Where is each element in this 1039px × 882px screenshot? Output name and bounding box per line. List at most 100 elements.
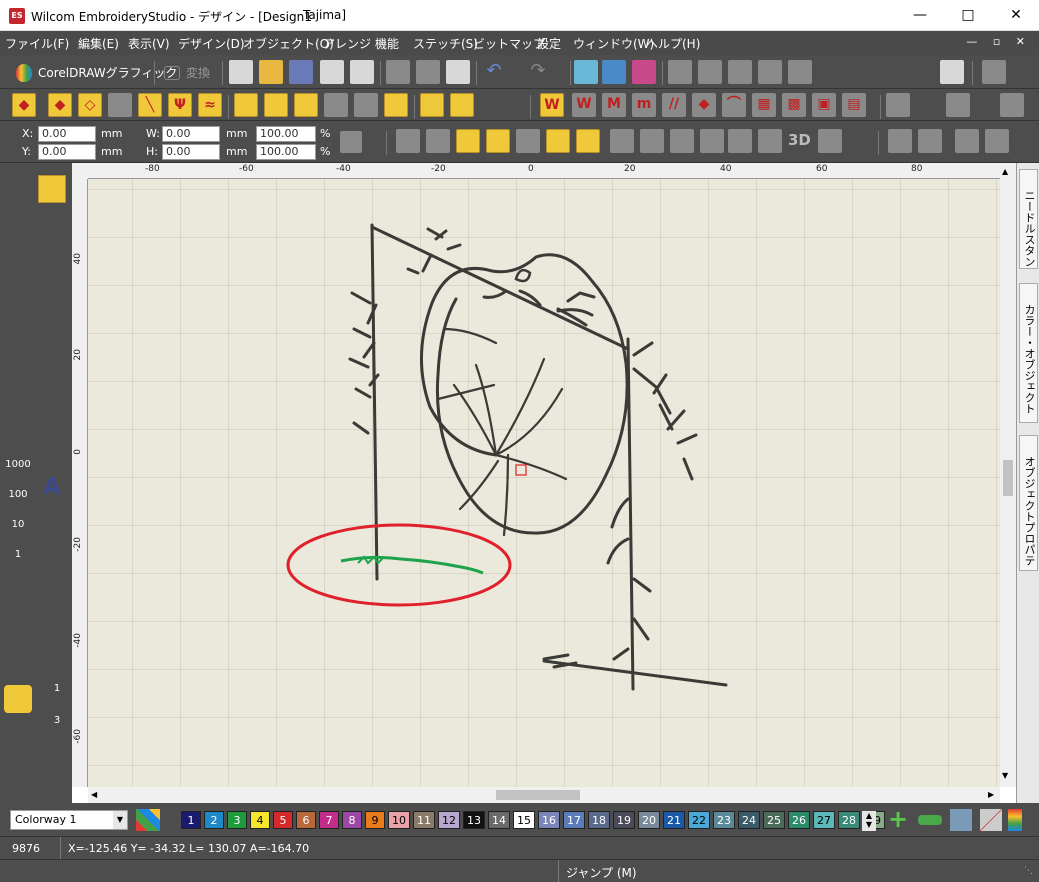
convert-button[interactable]: 変換 bbox=[160, 61, 210, 85]
new-file-icon[interactable] bbox=[229, 60, 253, 84]
color-swatch[interactable]: 23 bbox=[713, 811, 735, 829]
coreldraw-graphics-button[interactable]: CorelDRAWグラフィック bbox=[14, 61, 177, 85]
object-properties-tab[interactable]: オブジェクトプロパティ bbox=[1019, 435, 1038, 571]
select-arrow-icon[interactable] bbox=[38, 175, 66, 203]
travel-icon[interactable] bbox=[574, 60, 598, 84]
mdi-controls[interactable]: — ▫ ✕ bbox=[966, 35, 1031, 48]
save-icon[interactable] bbox=[289, 60, 313, 84]
grid-icon[interactable] bbox=[698, 60, 722, 84]
edge-1-icon[interactable] bbox=[610, 129, 634, 153]
travel-100-label[interactable]: 100 bbox=[3, 489, 33, 500]
frame-icon[interactable] bbox=[38, 565, 66, 593]
group-icon[interactable] bbox=[888, 129, 912, 153]
chevron-down-icon[interactable]: ▼ bbox=[113, 811, 127, 829]
effects-icon[interactable] bbox=[886, 93, 910, 117]
line-1-icon[interactable] bbox=[38, 355, 66, 383]
color-swatch[interactable]: 19 bbox=[613, 811, 635, 829]
stitch-type-11-icon[interactable]: ▤ bbox=[842, 93, 866, 117]
color-object-list-tab[interactable]: カラー・オブジェクトリスト bbox=[1019, 283, 1038, 423]
paste-icon[interactable] bbox=[446, 60, 470, 84]
scroll-up-icon[interactable]: ▲ bbox=[1002, 167, 1008, 176]
color-blend-icon[interactable] bbox=[632, 60, 656, 84]
arc-icon[interactable] bbox=[38, 235, 66, 263]
stitch-pattern-icon[interactable] bbox=[456, 129, 480, 153]
needle-stamp-tab[interactable]: ニードルスタンプ bbox=[1019, 169, 1038, 269]
color-swatch[interactable]: 18 bbox=[588, 811, 610, 829]
spike-2-icon[interactable] bbox=[576, 129, 600, 153]
hoop-small-icon[interactable] bbox=[4, 773, 32, 801]
leaf-grey-icon[interactable] bbox=[108, 93, 132, 117]
menu-arrange[interactable]: アレンジ bbox=[323, 35, 371, 52]
triangle-icon[interactable] bbox=[4, 715, 32, 743]
table-grid-icon[interactable] bbox=[420, 93, 444, 117]
color-swatch[interactable]: 1 bbox=[181, 811, 201, 829]
resize-grip-icon[interactable]: ⋱ bbox=[1024, 866, 1033, 876]
satin-stitch-icon[interactable]: W bbox=[540, 93, 564, 117]
color-swatch[interactable]: 14 bbox=[488, 811, 510, 829]
redo-icon[interactable]: ↷ bbox=[526, 60, 550, 84]
color-swatch[interactable]: 7 bbox=[319, 811, 339, 829]
colors-icon[interactable] bbox=[384, 93, 408, 117]
menu-view[interactable]: 表示(V) bbox=[128, 35, 170, 52]
palette-icon[interactable] bbox=[136, 809, 160, 831]
fill-leaf-icon[interactable]: ◆ bbox=[48, 93, 72, 117]
remove-color-icon[interactable] bbox=[918, 815, 942, 825]
scroll-down-icon[interactable]: ▼ bbox=[1002, 771, 1008, 780]
travel-1000-label[interactable]: 1000 bbox=[3, 459, 33, 470]
stitch-type-3-icon[interactable]: M bbox=[602, 93, 626, 117]
edge-3-icon[interactable] bbox=[670, 129, 694, 153]
color-swatch[interactable]: 6 bbox=[296, 811, 316, 829]
ring-icon[interactable] bbox=[354, 93, 378, 117]
measure-icon[interactable] bbox=[758, 60, 782, 84]
color-swatch[interactable]: 11 bbox=[413, 811, 435, 829]
hexagon-icon[interactable] bbox=[4, 655, 32, 683]
fan-stitch-icon[interactable] bbox=[486, 129, 510, 153]
thread-chart-icon[interactable] bbox=[950, 809, 972, 831]
node-icon[interactable] bbox=[38, 325, 66, 353]
wave-red-icon[interactable] bbox=[38, 739, 66, 767]
stitch-type-8-icon[interactable]: ▦ bbox=[752, 93, 776, 117]
lock-icon[interactable] bbox=[955, 129, 979, 153]
stitch-player-icon[interactable] bbox=[728, 60, 752, 84]
design-canvas[interactable] bbox=[88, 179, 1000, 787]
color-swatch[interactable]: 22 bbox=[688, 811, 710, 829]
color-swatch[interactable]: 17 bbox=[563, 811, 585, 829]
horizontal-scrollbar[interactable]: ◀ ▶ bbox=[88, 787, 1000, 803]
color-swatch[interactable]: 16 bbox=[538, 811, 560, 829]
stitch-angle-icon[interactable] bbox=[426, 129, 450, 153]
print-icon[interactable] bbox=[320, 60, 344, 84]
travel-function-icon[interactable] bbox=[4, 399, 32, 427]
add-color-icon[interactable]: + bbox=[888, 807, 912, 831]
color-swatch[interactable]: 20 bbox=[638, 811, 660, 829]
unlock-icon[interactable] bbox=[985, 129, 1009, 153]
print-preview-icon[interactable] bbox=[350, 60, 374, 84]
travel-segment-icon[interactable] bbox=[4, 369, 32, 397]
color-swatch[interactable]: 15 bbox=[513, 811, 535, 829]
close-button[interactable]: ✕ bbox=[993, 0, 1039, 31]
swatch-scroll-icon[interactable]: ▲ ▼ bbox=[862, 811, 876, 831]
angle-line-icon[interactable] bbox=[516, 129, 540, 153]
height-percent-field[interactable]: 100.00 bbox=[256, 144, 316, 160]
travel-1-label[interactable]: 1 bbox=[3, 549, 33, 560]
stitch-type-7-icon[interactable]: ⌒ bbox=[722, 93, 746, 117]
color-swatch[interactable]: 21 bbox=[663, 811, 685, 829]
needle-icon[interactable] bbox=[4, 745, 32, 773]
ruler-corner[interactable] bbox=[72, 163, 88, 179]
color-swatch[interactable]: 24 bbox=[738, 811, 760, 829]
color-swatch[interactable]: 2 bbox=[204, 811, 224, 829]
3d-button[interactable]: 3D bbox=[788, 131, 811, 149]
color-list-icon[interactable] bbox=[1008, 809, 1022, 831]
menu-bitmap[interactable]: ビットマップ bbox=[473, 35, 545, 52]
menu-design[interactable]: デザイン(D) bbox=[178, 35, 245, 52]
cut-icon[interactable] bbox=[386, 60, 410, 84]
wave-icon[interactable] bbox=[38, 265, 66, 293]
menu-settings[interactable]: 設定 bbox=[537, 35, 561, 52]
color-swatch[interactable]: 5 bbox=[273, 811, 293, 829]
width-percent-field[interactable]: 100.00 bbox=[256, 126, 316, 142]
shapes-icon[interactable] bbox=[264, 93, 288, 117]
hexagon-outline-icon[interactable] bbox=[4, 595, 32, 623]
color-swatch[interactable]: 27 bbox=[813, 811, 835, 829]
run-line-icon[interactable]: ╲ bbox=[138, 93, 162, 117]
menu-help[interactable]: ヘルプ(H) bbox=[646, 35, 700, 52]
colorway-select[interactable]: Colorway 1 ▼ bbox=[10, 810, 128, 830]
